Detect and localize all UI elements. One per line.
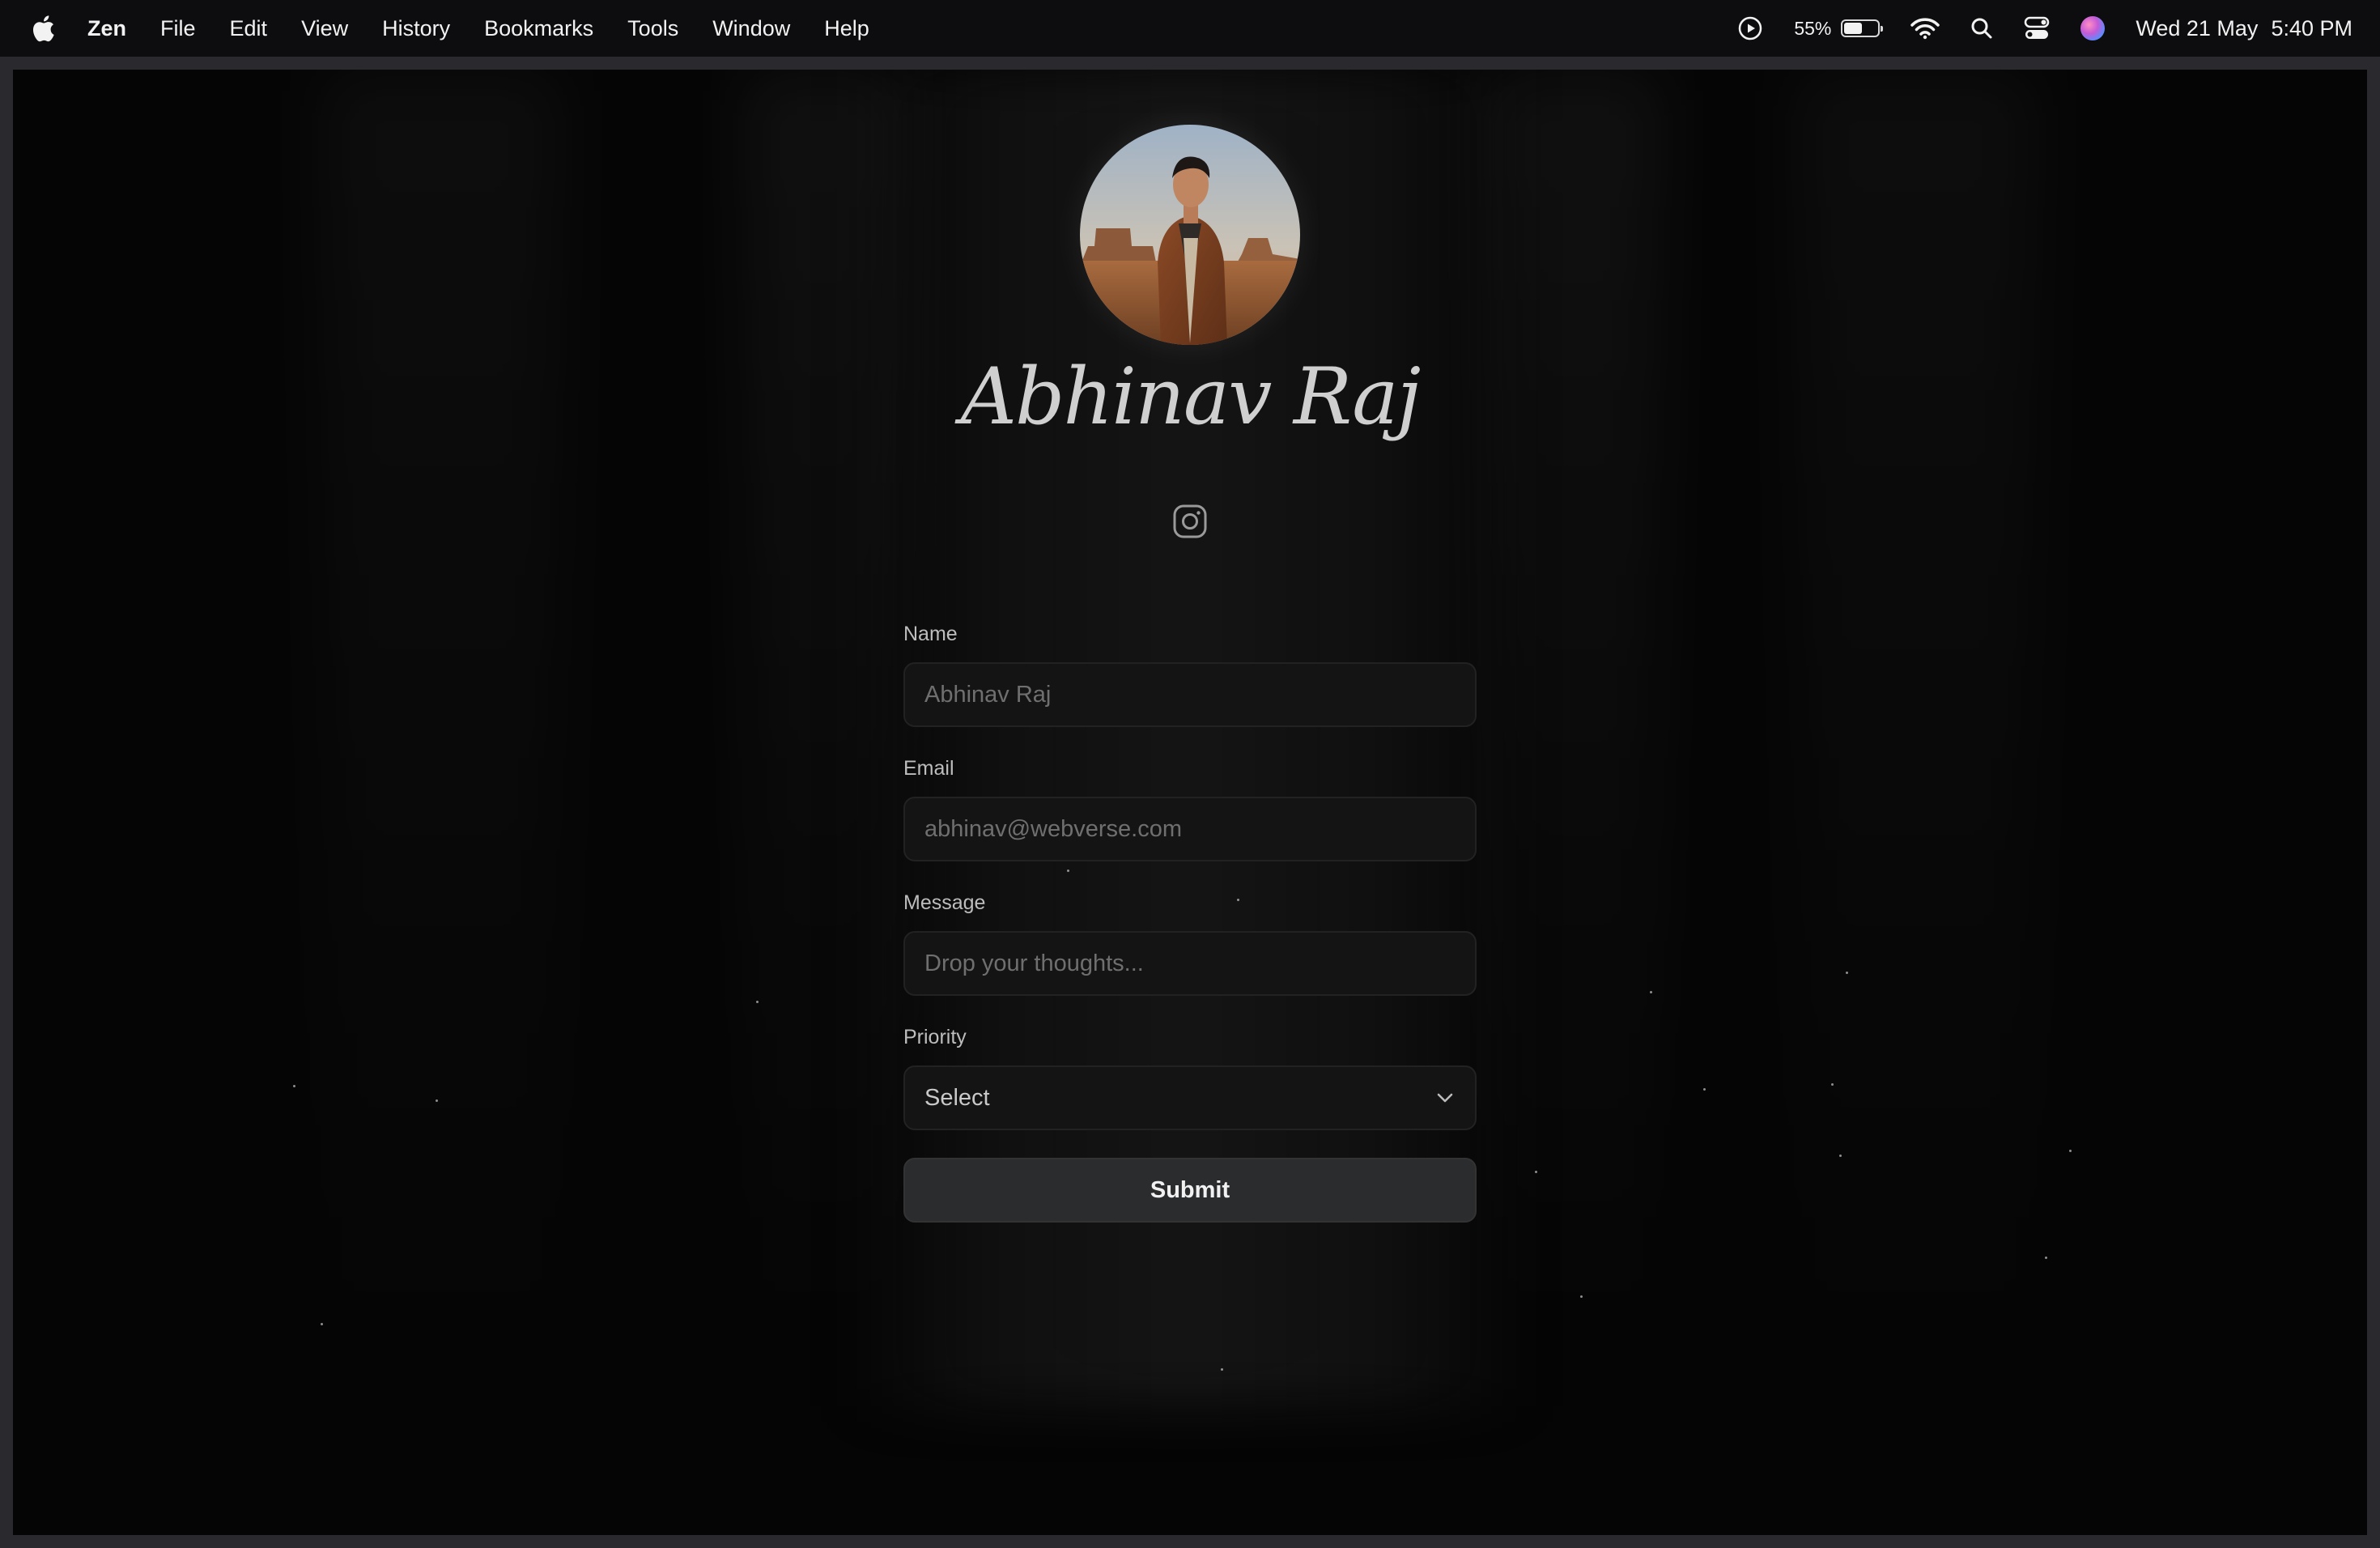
menu-bar-right: 55% Wed 21 May 5:40 PM (1706, 15, 2352, 41)
star (1535, 1171, 1537, 1173)
menu-window[interactable]: Window (712, 16, 790, 41)
wifi-icon[interactable] (1910, 17, 1940, 40)
star (1839, 1155, 1842, 1157)
message-label: Message (903, 891, 986, 914)
star (1580, 1295, 1583, 1298)
play-circle-icon[interactable] (1737, 15, 1763, 41)
menu-time[interactable]: 5:40 PM (2271, 16, 2352, 41)
instagram-icon[interactable] (1172, 504, 1208, 539)
email-label: Email (903, 757, 954, 780)
battery-percent: 55% (1794, 17, 1832, 39)
message-input[interactable]: Drop your thoughts... (903, 931, 1477, 996)
avatar (1080, 125, 1300, 345)
light-ray (742, 70, 903, 1446)
page-viewport: Abhinav Raj Name Abhinav Raj Email abhin… (13, 70, 2367, 1535)
star (1846, 972, 1848, 974)
menu-view[interactable]: View (301, 16, 348, 41)
light-ray (321, 70, 563, 1446)
priority-value: Select (924, 1084, 990, 1111)
light-ray (1486, 70, 1664, 1446)
priority-select[interactable]: Select (903, 1065, 1477, 1130)
control-center-icon[interactable] (2024, 16, 2050, 40)
battery-fill (1844, 23, 1863, 34)
menu-file[interactable]: File (160, 16, 196, 41)
battery-status[interactable]: 55% (1794, 17, 1884, 40)
star (2069, 1150, 2072, 1152)
light-ray (1794, 70, 2037, 1446)
name-placeholder: Abhinav Raj (924, 681, 1052, 708)
menu-bar-left: Zen File Edit View History Bookmarks Too… (31, 15, 1706, 42)
menu-edit[interactable]: Edit (230, 16, 268, 41)
star (1703, 1088, 1706, 1091)
star (293, 1085, 295, 1087)
menu-date[interactable]: Wed 21 May (2136, 16, 2258, 41)
contact-form: Name Abhinav Raj Email abhinav@webverse.… (903, 620, 1477, 1223)
message-placeholder: Drop your thoughts... (924, 950, 1144, 976)
name-input[interactable]: Abhinav Raj (903, 662, 1477, 727)
star (2045, 1257, 2047, 1259)
star (756, 1001, 759, 1003)
chevron-down-icon (1437, 1093, 1453, 1103)
email-input[interactable]: abhinav@webverse.com (903, 797, 1477, 861)
battery-icon (1841, 19, 1884, 37)
priority-label: Priority (903, 1026, 967, 1048)
siri-icon[interactable] (2080, 16, 2106, 40)
search-icon[interactable] (1970, 17, 1993, 40)
star (1650, 991, 1652, 993)
menu-app-name[interactable]: Zen (87, 16, 126, 41)
star (436, 1099, 438, 1102)
menu-bar: Zen File Edit View History Bookmarks Too… (0, 0, 2380, 57)
menu-help[interactable]: Help (824, 16, 869, 41)
star (321, 1323, 323, 1325)
profile-name: Abhinav Raj (960, 351, 1422, 442)
star (1221, 1368, 1223, 1371)
menu-bookmarks[interactable]: Bookmarks (484, 16, 593, 41)
menu-tools[interactable]: Tools (627, 16, 678, 41)
menu-history[interactable]: History (382, 16, 450, 41)
apple-icon[interactable] (31, 15, 55, 42)
star (1831, 1083, 1834, 1086)
name-label: Name (903, 623, 958, 645)
submit-button[interactable]: Submit (903, 1158, 1477, 1223)
email-placeholder: abhinav@webverse.com (924, 815, 1182, 842)
